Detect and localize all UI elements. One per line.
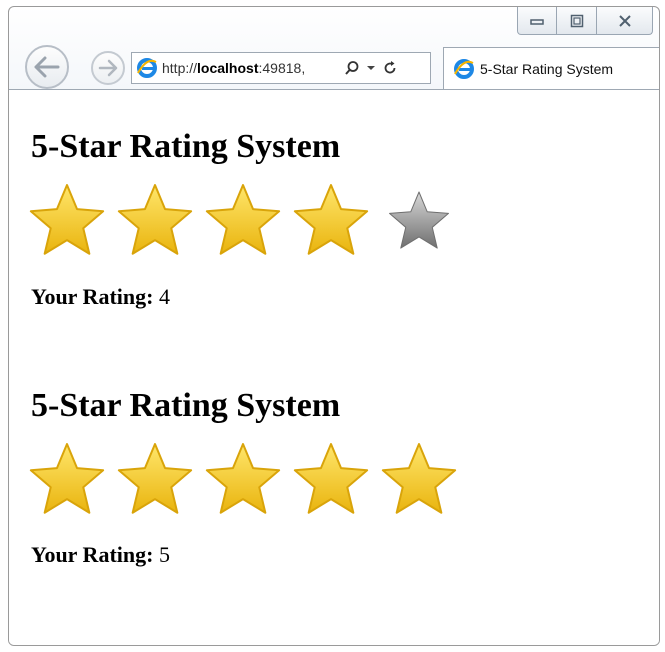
- ie-logo-icon: [136, 57, 158, 79]
- close-button[interactable]: [597, 7, 653, 35]
- rating-value: 4: [158, 284, 170, 309]
- maximize-button[interactable]: [557, 7, 597, 35]
- address-tools: [344, 60, 398, 76]
- address-bar[interactable]: http://localhost:49818,: [131, 52, 431, 84]
- tab-title: 5-Star Rating System: [480, 60, 614, 77]
- url-scheme: http://: [162, 60, 198, 76]
- forward-button[interactable]: [91, 51, 125, 85]
- rating-readout: Your Rating: 5: [31, 542, 170, 568]
- star-shape: [29, 184, 105, 255]
- page-content: 5-Star Rating System Your Rating: 4 5-St…: [9, 89, 659, 645]
- star-filled-icon[interactable]: [115, 439, 195, 519]
- rating-label: Your Rating:: [31, 542, 154, 567]
- star-shape: [117, 443, 193, 514]
- star-shape: [29, 443, 105, 514]
- dropdown-arrow-icon[interactable]: [366, 63, 376, 73]
- star-filled-icon[interactable]: [115, 180, 195, 260]
- star-filled-icon[interactable]: [203, 439, 283, 519]
- window-caption-buttons: [517, 7, 653, 37]
- star-rating: [27, 180, 459, 260]
- search-icon[interactable]: [344, 60, 360, 76]
- star-filled-icon[interactable]: [27, 180, 107, 260]
- star-shape: [205, 443, 281, 514]
- ie-logo-icon: [452, 57, 476, 81]
- forward-arrow-icon: [98, 59, 118, 77]
- browser-window: http://localhost:49818, 5-Star Rating Sy…: [8, 6, 660, 646]
- rating-readout: Your Rating: 4: [31, 284, 170, 310]
- url-host: localhost: [197, 60, 259, 76]
- widget-title: 5-Star Rating System: [31, 128, 341, 165]
- rating-label: Your Rating:: [31, 284, 154, 309]
- star-shape: [389, 191, 449, 249]
- star-filled-icon[interactable]: [203, 180, 283, 260]
- star-shape: [381, 443, 457, 514]
- star-filled-icon[interactable]: [291, 180, 371, 260]
- star-rating: [27, 439, 459, 519]
- star-shape: [205, 184, 281, 255]
- star-shape: [293, 184, 369, 255]
- star-filled-icon[interactable]: [27, 439, 107, 519]
- rating-value: 5: [158, 542, 170, 567]
- star-empty-icon[interactable]: [379, 180, 459, 260]
- widget-title: 5-Star Rating System: [31, 387, 341, 424]
- address-url[interactable]: http://localhost:49818,: [162, 60, 340, 76]
- star-filled-icon[interactable]: [379, 439, 459, 519]
- back-button[interactable]: [25, 45, 69, 89]
- navigation-bar: http://localhost:49818, 5-Star Rating Sy…: [25, 43, 659, 93]
- minimize-button[interactable]: [517, 7, 557, 35]
- back-arrow-icon: [34, 56, 60, 78]
- star-shape: [293, 443, 369, 514]
- refresh-icon[interactable]: [382, 60, 398, 76]
- minimize-icon: [530, 18, 544, 25]
- tab-active[interactable]: 5-Star Rating System: [443, 47, 659, 89]
- url-port: :49818,: [258, 60, 306, 76]
- maximize-icon: [570, 14, 583, 27]
- star-shape: [117, 184, 193, 255]
- close-icon: [618, 14, 631, 27]
- star-filled-icon[interactable]: [291, 439, 371, 519]
